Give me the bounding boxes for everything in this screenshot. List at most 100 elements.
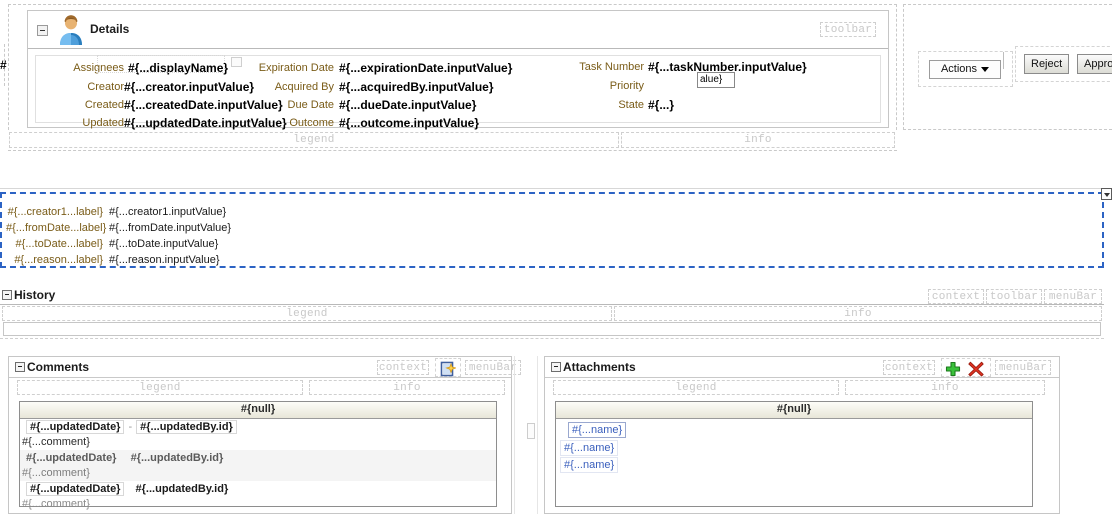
- table-row[interactable]: #{...updatedDate} - #{...updatedBy.id} #{.…: [20, 419, 496, 450]
- decision-button-group: Reject Approve: [1015, 46, 1112, 82]
- history-title: History: [14, 288, 56, 302]
- attachment-name-link[interactable]: #{...name}: [560, 457, 619, 473]
- reject-button[interactable]: Reject: [1024, 54, 1070, 74]
- panel-splitter-handle[interactable]: [527, 423, 535, 439]
- attachment-name-link[interactable]: #{...name}: [560, 440, 619, 456]
- comments-column-header: #{null}: [20, 402, 496, 419]
- form-label-todate: #{...toDate...label}: [15, 238, 103, 250]
- details-legend-facet[interactable]: legend: [9, 132, 619, 148]
- form-label-creator1: #{...creator1...label}: [7, 206, 103, 218]
- field-label-outcome: Outcome: [289, 117, 334, 129]
- assignees-picker-icon[interactable]: [231, 57, 242, 67]
- field-label-creator: Creator: [87, 81, 124, 93]
- comment-body: #{...comment}: [22, 436, 90, 448]
- form-row: #{...fromDate...label} #{...fromDate.inp…: [2, 222, 1102, 238]
- field-label-state: State: [618, 99, 644, 111]
- attachments-context-facet[interactable]: context: [883, 360, 935, 375]
- comment-date: #{...updatedDate}: [26, 420, 125, 434]
- comment-body: #{...comment}: [22, 498, 90, 510]
- attachments-panel: Attachments context menuBar legend info …: [544, 356, 1060, 514]
- details-toolbar-facet[interactable]: toolbar: [820, 22, 876, 37]
- field-value-expiration-date: #{...expirationDate.inputValue}: [339, 61, 513, 75]
- details-title: Details: [90, 22, 130, 36]
- comments-toolbar-facet[interactable]: [435, 358, 461, 377]
- red-x-icon[interactable]: [968, 361, 984, 377]
- field-label-created: Created: [84, 99, 124, 111]
- actions-button[interactable]: Actions: [929, 60, 1001, 79]
- comments-info-facet[interactable]: info: [309, 380, 505, 395]
- comment-separator: [116, 452, 124, 464]
- comments-panel: Comments context menuBar legend info #{n…: [8, 356, 521, 514]
- comment-meta: #{...updatedDate} - #{...updatedBy.id}: [20, 419, 496, 435]
- history-menubar-facet[interactable]: menuBar: [1044, 289, 1102, 304]
- collapse-history-icon[interactable]: [2, 290, 12, 300]
- history-toolbar-facet[interactable]: toolbar: [986, 289, 1042, 304]
- details-region: Details toolbar Assignees Creator Create…: [8, 4, 897, 130]
- table-row[interactable]: #{...updatedDate} #{...updatedBy.id} #{.…: [20, 481, 496, 512]
- history-info-facet[interactable]: info: [614, 306, 1102, 321]
- table-row[interactable]: #{...updatedDate} #{...updatedBy.id} #{.…: [20, 450, 496, 481]
- attachments-title: Attachments: [563, 360, 636, 374]
- priority-input[interactable]: alue}: [697, 72, 735, 88]
- history-region: History context toolbar menuBar legend i…: [0, 288, 1112, 336]
- comment-author: #{...updatedBy.id}: [130, 452, 224, 464]
- field-value-due-date: #{...dueDate.inputValue}: [339, 98, 477, 112]
- attachment-name-link[interactable]: #{...name}: [568, 422, 627, 438]
- list-item[interactable]: #{...name}: [560, 440, 1032, 456]
- toolbar-separator: [1003, 52, 1004, 69]
- field-label-priority: Priority: [609, 80, 644, 92]
- history-rule: [0, 304, 1104, 305]
- attachments-list: #{...name} #{...name} #{...name}: [556, 419, 1032, 473]
- comments-table[interactable]: #{null} #{...updatedDate} - #{...updatedBy…: [19, 401, 497, 510]
- green-plus-icon[interactable]: [945, 361, 961, 377]
- comment-date: #{...updatedDate}: [26, 452, 117, 464]
- history-context-facet[interactable]: context: [928, 289, 984, 304]
- splitter-rail-right: [537, 356, 538, 514]
- comment-separator: -: [128, 421, 133, 433]
- form-value-todate[interactable]: #{...toDate.inputValue}: [109, 238, 218, 250]
- approve-button[interactable]: Approve: [1077, 54, 1112, 74]
- comment-date: #{...updatedDate}: [26, 482, 125, 496]
- comments-context-facet[interactable]: context: [377, 360, 429, 375]
- field-label-due-date: Due Date: [287, 99, 334, 111]
- history-legend-facet[interactable]: legend: [2, 306, 612, 321]
- collapse-details-icon[interactable]: [37, 25, 48, 36]
- form-value-fromdate[interactable]: #{...fromDate.inputValue}: [109, 222, 231, 234]
- history-table[interactable]: [3, 322, 1101, 336]
- collapse-attachments-icon[interactable]: [551, 362, 561, 372]
- history-header: History context toolbar menuBar: [0, 288, 1104, 304]
- attachments-toolbar-facet[interactable]: [941, 358, 991, 377]
- form-row: #{...toDate...label} #{...toDate.inputVa…: [2, 238, 1102, 254]
- middle-form-selected[interactable]: #{...creator1...label} #{...creator1.inp…: [0, 192, 1104, 268]
- details-info-facet[interactable]: info: [621, 132, 895, 148]
- middle-form-top-rule: [0, 188, 1104, 189]
- attachments-table[interactable]: #{null} #{...name} #{...name} #{...name}: [555, 401, 1033, 507]
- list-item[interactable]: #{...name}: [560, 422, 1032, 438]
- list-item[interactable]: #{...name}: [560, 457, 1032, 473]
- attachments-info-facet[interactable]: info: [845, 380, 1045, 395]
- form-value-creator1[interactable]: #{...creator1.inputValue}: [109, 206, 226, 218]
- form-row: #{...reason...label} #{...reason.inputVa…: [2, 254, 1102, 270]
- assignees-value-box[interactable]: [97, 55, 225, 73]
- history-bottom-edge: [0, 337, 1104, 339]
- person-avatar-icon: [60, 15, 82, 45]
- field-value-creator: #{...creator.inputValue}: [124, 80, 255, 94]
- clipped-expression-text: #: [0, 58, 7, 72]
- new-comment-icon[interactable]: [440, 361, 456, 377]
- details-region-bottom-edge: [8, 149, 897, 151]
- field-label-updated: Updated: [82, 117, 124, 129]
- splitter-rail-left: [514, 356, 515, 514]
- actions-button-label: Actions: [940, 63, 978, 75]
- comments-rule: [9, 377, 511, 378]
- selection-dropdown-handle[interactable]: [1101, 188, 1112, 200]
- field-value-acquired-by: #{...acquiredBy.inputValue}: [339, 80, 494, 94]
- form-value-reason[interactable]: #{...reason.inputValue}: [109, 254, 220, 266]
- comments-menubar-facet[interactable]: menuBar: [465, 360, 521, 375]
- comments-legend-facet[interactable]: legend: [17, 380, 303, 395]
- collapse-comments-icon[interactable]: [15, 362, 25, 372]
- attachments-menubar-facet[interactable]: menuBar: [995, 360, 1051, 375]
- comment-author: #{...updatedBy.id}: [135, 483, 229, 495]
- actions-toolbar: Actions: [918, 51, 1013, 87]
- attachments-legend-facet[interactable]: legend: [553, 380, 839, 395]
- attachments-rule: [545, 377, 1059, 378]
